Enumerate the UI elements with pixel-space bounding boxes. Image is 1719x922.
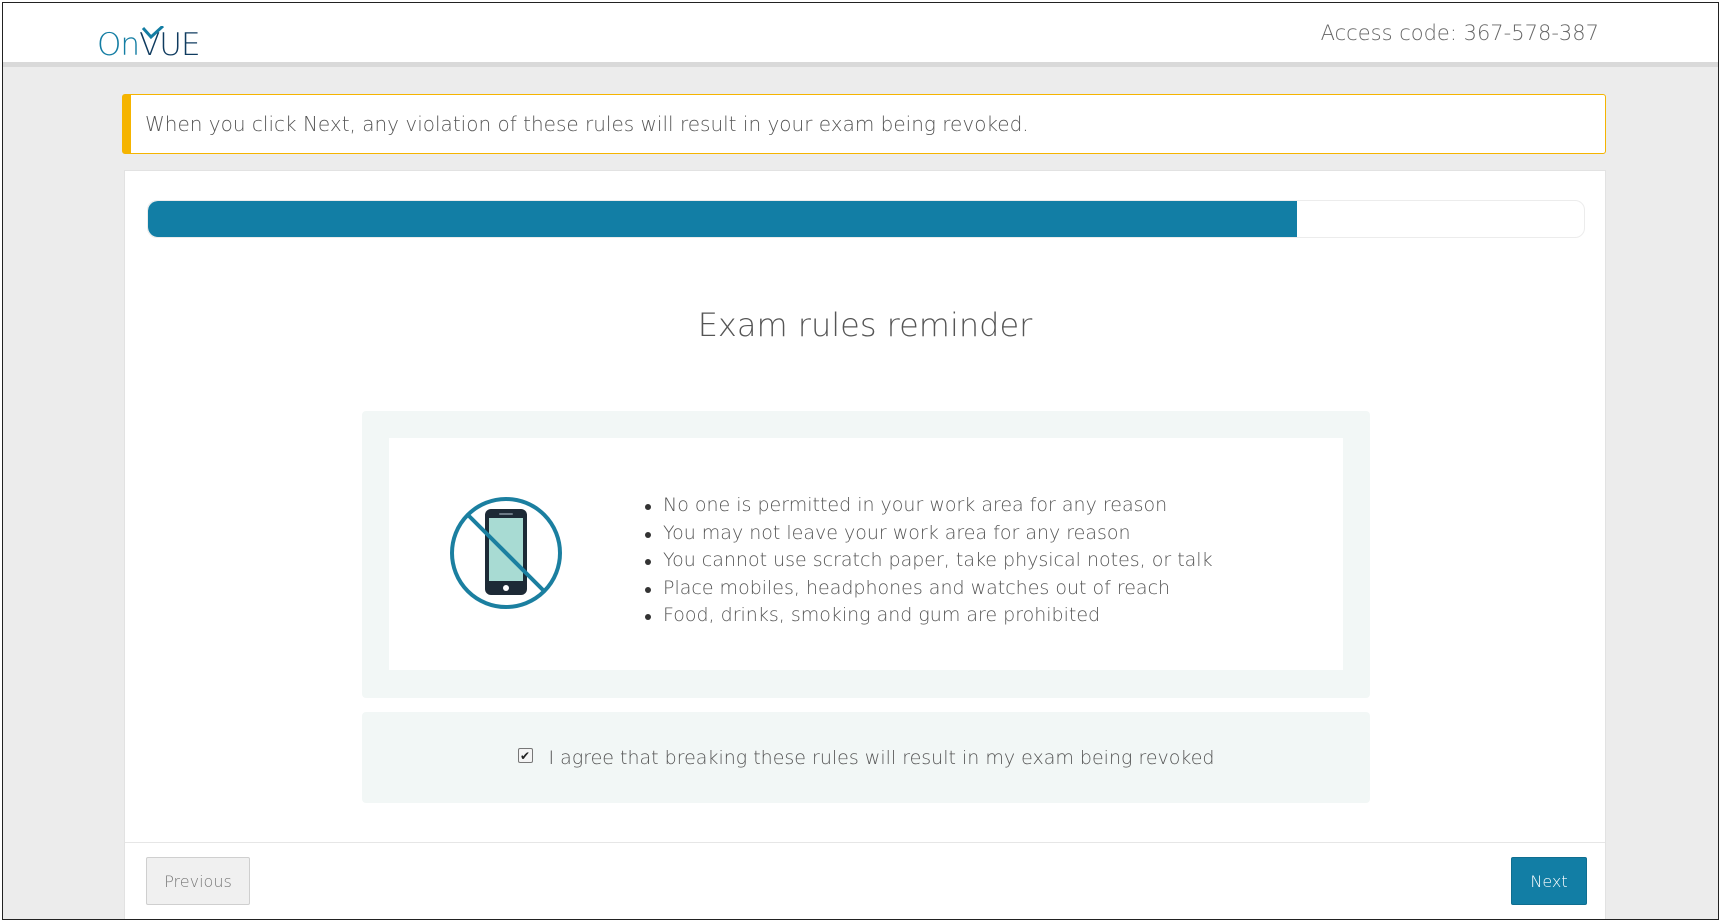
onvue-logo: On V UE: [97, 15, 201, 63]
rules-box: No one is permitted in your work area fo…: [389, 438, 1343, 670]
no-phone-icon: [450, 497, 562, 609]
rule-item: You may not leave your work area for any…: [643, 520, 1213, 548]
logo-ue-text: UE: [159, 27, 200, 63]
rules-list: No one is permitted in your work area fo…: [643, 492, 1213, 630]
agreement-panel: ✔ I agree that breaking these rules will…: [362, 712, 1370, 803]
rule-item: Place mobiles, headphones and watches ou…: [643, 575, 1213, 603]
warning-text: When you click Next, any violation of th…: [145, 112, 1029, 136]
app-window: On V UE Access code: 367-578-387 When you …: [2, 2, 1719, 920]
top-bar: On V UE Access code: 367-578-387: [3, 3, 1718, 67]
rule-item: No one is permitted in your work area fo…: [643, 492, 1213, 520]
access-code: Access code: 367-578-387: [1320, 21, 1599, 45]
agree-label[interactable]: I agree that breaking these rules will r…: [549, 747, 1215, 769]
logo-on-text: On: [97, 27, 140, 63]
previous-button[interactable]: Previous: [146, 857, 250, 905]
logo-check-icon: [141, 26, 165, 40]
progress-bar-fill: [148, 201, 1297, 237]
violation-warning-banner: When you click Next, any violation of th…: [122, 94, 1606, 154]
agree-checkbox[interactable]: ✔: [517, 748, 533, 763]
rule-item: Food, drinks, smoking and gum are prohib…: [643, 602, 1213, 630]
next-button[interactable]: Next: [1511, 857, 1587, 905]
progress-bar: [147, 200, 1585, 238]
page-title: Exam rules reminder: [697, 306, 1033, 344]
main-card: Exam rules reminder No one is permitted …: [124, 170, 1606, 919]
logo-v-mark: V: [139, 26, 165, 61]
rules-panel: No one is permitted in your work area fo…: [362, 411, 1370, 698]
rule-item: You cannot use scratch paper, take physi…: [643, 547, 1213, 575]
footer-bar: Previous Next: [125, 842, 1605, 919]
